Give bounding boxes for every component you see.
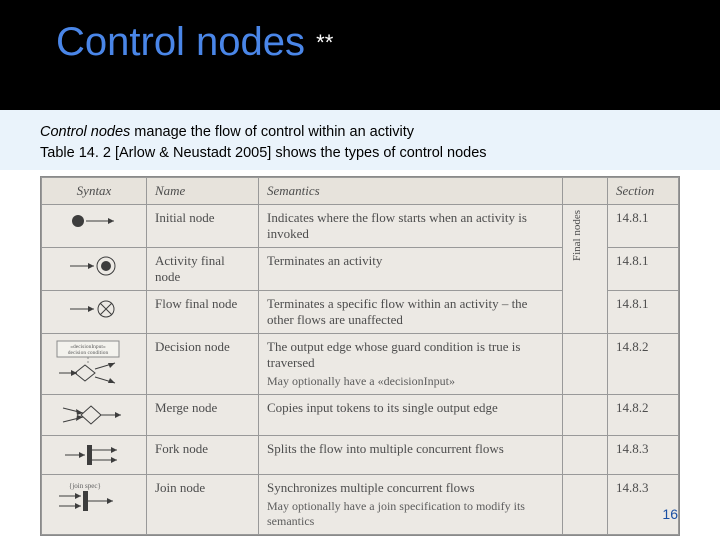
col-name: Name	[147, 178, 259, 205]
intro-line-2: Table 14. 2 [Arlow & Neustadt 2005] show…	[40, 143, 680, 164]
syntax-flow-final-icon	[42, 291, 147, 334]
intro-line-1: Control nodes manage the flow of control…	[40, 122, 680, 143]
cell-section: 14.8.1	[608, 205, 679, 248]
cell-name: Join node	[147, 475, 259, 535]
cell-semantics: Copies input tokens to its single output…	[259, 395, 563, 436]
cell-section: 14.8.2	[608, 395, 679, 436]
syntax-fork-node-icon	[42, 436, 147, 475]
cell-semantics: Indicates where the flow starts when an …	[259, 205, 563, 248]
cell-semantics: The output edge whose guard condition is…	[259, 334, 563, 395]
title-text: Control nodes	[56, 20, 305, 64]
syntax-join-node-icon: {join spec}	[42, 475, 147, 535]
syntax-activity-final-icon	[42, 248, 147, 291]
table-row: Merge node Copies input tokens to its si…	[42, 395, 679, 436]
control-nodes-table: Syntax Name Semantics Section Initial no…	[40, 176, 680, 536]
col-section: Section	[608, 178, 679, 205]
col-syntax: Syntax	[42, 178, 147, 205]
decision-tag-line2: decision condition	[68, 350, 109, 356]
cell-name: Decision node	[147, 334, 259, 395]
table-header-row: Syntax Name Semantics Section	[42, 178, 679, 205]
cell-name: Activity final node	[147, 248, 259, 291]
intro-lead-term: Control nodes	[40, 124, 130, 140]
cell-semantics: Splits the flow into multiple concurrent…	[259, 436, 563, 475]
intro-line1-rest: manage the flow of control within an act…	[130, 124, 414, 140]
col-semantics: Semantics	[259, 178, 563, 205]
page-number: 16	[662, 506, 678, 522]
cell-name: Fork node	[147, 436, 259, 475]
table-row: {join spec} Join node Synchronizes multi…	[42, 475, 679, 535]
cell-semantics: Terminates an activity	[259, 248, 563, 291]
table-row: Fork node Splits the flow into multiple …	[42, 436, 679, 475]
cell-semantics: Synchronizes multiple concurrent flows M…	[259, 475, 563, 535]
final-nodes-bracket: Final nodes	[563, 205, 608, 334]
join-spec-tag: {join spec}	[69, 482, 101, 490]
table-row: Initial node Indicates where the flow st…	[42, 205, 679, 248]
cell-section: 14.8.2	[608, 334, 679, 395]
intro-block: Control nodes manage the flow of control…	[0, 110, 720, 170]
slide-title: Control nodes **	[56, 20, 720, 65]
cell-section: 14.8.3	[608, 475, 679, 535]
cell-name: Initial node	[147, 205, 259, 248]
cell-name: Flow final node	[147, 291, 259, 334]
syntax-merge-node-icon	[42, 395, 147, 436]
cell-section: 14.8.1	[608, 248, 679, 291]
cell-name: Merge node	[147, 395, 259, 436]
cell-semantics: Terminates a specific flow within an act…	[259, 291, 563, 334]
cell-section: 14.8.3	[608, 436, 679, 475]
title-bar: Control nodes **	[0, 0, 720, 110]
table-row: «decisionInput» decision condition Decis…	[42, 334, 679, 395]
syntax-initial-node-icon	[42, 205, 147, 248]
syntax-decision-node-icon: «decisionInput» decision condition	[42, 334, 147, 395]
cell-section: 14.8.1	[608, 291, 679, 334]
title-stars: **	[316, 30, 333, 55]
